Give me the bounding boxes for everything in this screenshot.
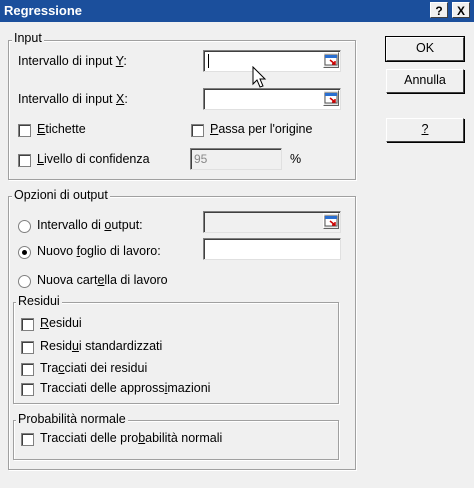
residuals-legend: Residui — [16, 294, 62, 308]
labels-checkbox[interactable] — [18, 124, 31, 137]
radio-selected-dot — [22, 250, 27, 255]
range-selector-icon — [324, 215, 338, 227]
help-button[interactable]: ? — [386, 118, 464, 142]
input-legend: Input — [12, 31, 44, 45]
normal-probability-checkbox[interactable] — [21, 433, 34, 446]
residual-plots-label: Tracciati dei residui — [40, 361, 148, 375]
origin-label: Passa per l'origine — [210, 122, 313, 136]
new-sheet-field[interactable] — [203, 238, 341, 260]
output-range-label: Intervallo di output: — [37, 218, 143, 232]
x-range-label: Intervallo di input X: — [18, 92, 128, 106]
residuals-checkbox[interactable] — [21, 318, 34, 331]
output-range-input[interactable] — [204, 212, 340, 232]
line-fit-plots-checkbox[interactable] — [21, 383, 34, 396]
text-caret — [208, 54, 209, 68]
new-sheet-input[interactable] — [204, 239, 340, 259]
origin-checkbox[interactable] — [191, 124, 204, 137]
output-legend: Opzioni di output — [12, 188, 110, 202]
standardized-residuals-label: Residui standardizzati — [40, 339, 163, 353]
cancel-button[interactable]: Annulla — [386, 69, 464, 93]
output-range-field[interactable] — [203, 211, 341, 233]
y-range-label: Intervallo di input Y: — [18, 54, 127, 68]
x-range-field[interactable] — [203, 88, 341, 110]
percent-sign: % — [290, 152, 302, 166]
y-range-input[interactable] — [204, 51, 340, 71]
x-range-input[interactable] — [204, 89, 340, 109]
confidence-input[interactable] — [191, 149, 281, 169]
mouse-pointer-icon — [252, 66, 267, 88]
output-range-collapse-button[interactable] — [323, 213, 339, 229]
output-range-radio[interactable] — [18, 220, 31, 233]
standardized-residuals-checkbox[interactable] — [21, 341, 34, 354]
help-title-button[interactable]: ? — [430, 2, 448, 18]
y-range-collapse-button[interactable] — [323, 52, 339, 68]
range-selector-icon — [324, 54, 338, 66]
confidence-field[interactable] — [190, 148, 282, 170]
window-title: Regressione — [4, 3, 83, 18]
confidence-label: Livello di confidenza — [37, 152, 150, 166]
new-workbook-label: Nuova cartella di lavoro — [37, 273, 168, 287]
close-button[interactable]: X — [452, 2, 470, 18]
new-sheet-radio[interactable] — [18, 246, 31, 259]
title-bar: Regressione ? X — [0, 0, 474, 22]
ok-button[interactable]: OK — [385, 36, 465, 62]
x-range-collapse-button[interactable] — [323, 90, 339, 106]
help-button-label: ? — [421, 122, 429, 136]
y-range-field[interactable] — [203, 50, 341, 72]
new-workbook-radio[interactable] — [18, 275, 31, 288]
normal-probability-legend: Probabilità normale — [16, 412, 128, 426]
line-fit-plots-label: Tracciati delle approssimazioni — [40, 381, 211, 395]
new-sheet-label: Nuovo foglio di lavoro: — [37, 244, 161, 258]
range-selector-icon — [324, 92, 338, 104]
normal-probability-label: Tracciati delle probabilità normali — [40, 431, 223, 445]
labels-label: Etichette — [37, 122, 86, 136]
residual-plots-checkbox[interactable] — [21, 363, 34, 376]
confidence-checkbox[interactable] — [18, 154, 31, 167]
residuals-label: Residui — [40, 316, 82, 330]
